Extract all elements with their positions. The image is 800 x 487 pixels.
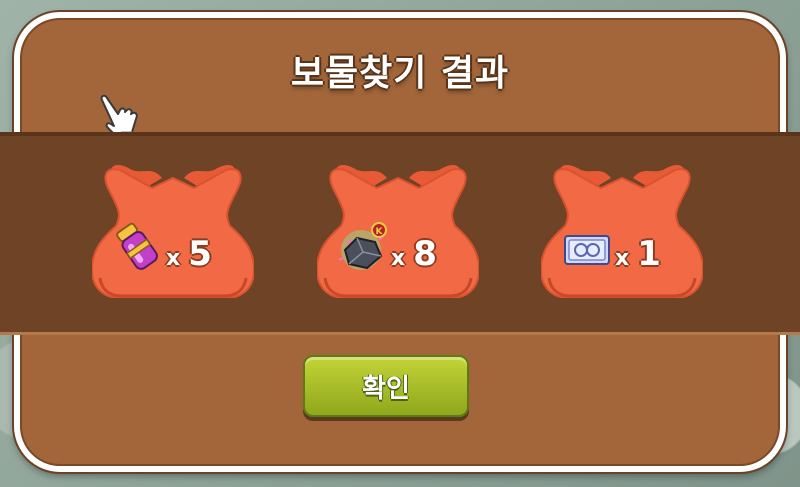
svg-text:K: K — [376, 227, 384, 237]
ticket-icon — [564, 235, 610, 265]
times-symbol: x — [391, 246, 406, 271]
reward-bag-2: K x8 — [317, 148, 479, 298]
quantity-value: 8 — [413, 234, 437, 274]
times-symbol: x — [166, 246, 181, 271]
reward-bag-3: x1 — [541, 148, 703, 298]
reward-quantity: x5 — [166, 234, 212, 274]
times-symbol: x — [615, 246, 630, 271]
dialog-title: 보물찾기 결과 — [290, 53, 510, 94]
confirm-button[interactable]: 확인 — [303, 355, 469, 417]
reward-bag-1: x5 — [92, 148, 254, 298]
quantity-value: 1 — [637, 234, 661, 274]
reward-quantity: x1 — [615, 234, 661, 274]
quantity-value: 5 — [188, 234, 212, 274]
gem-ore-icon: K — [338, 222, 387, 270]
reward-quantity: x8 — [391, 234, 437, 274]
potion-icon — [116, 222, 158, 270]
